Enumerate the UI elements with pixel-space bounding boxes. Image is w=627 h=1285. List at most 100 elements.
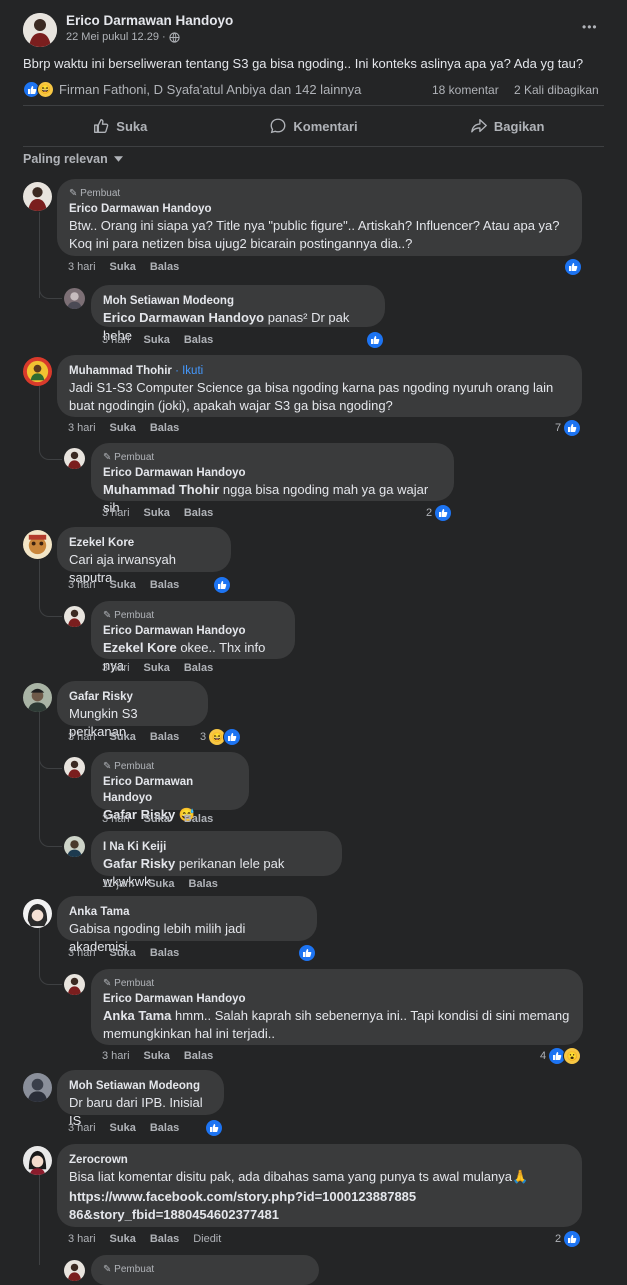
commenter-avatar[interactable] <box>64 1260 85 1281</box>
comment-reactions[interactable] <box>205 1119 223 1137</box>
comment-author[interactable]: I Na Ki Keiji <box>103 839 330 855</box>
mention-link[interactable]: Anka Tama <box>103 1008 171 1023</box>
comment-reactions[interactable]: 2 <box>426 504 453 522</box>
comment-time[interactable]: 3 hari <box>102 1050 130 1062</box>
comment-reactions[interactable] <box>564 258 582 276</box>
comment-time[interactable]: 3 hari <box>102 507 130 519</box>
mention-link[interactable]: Gafar Risky <box>103 856 175 871</box>
comment-like-link[interactable]: Suka <box>110 261 136 273</box>
comment-time[interactable]: 3 hari <box>68 947 96 959</box>
share-button-label: Bagikan <box>493 118 545 134</box>
commenter-avatar[interactable] <box>23 357 52 386</box>
comment-reply-link[interactable]: Balas <box>150 1233 179 1245</box>
comment-author[interactable]: Erico Darmawan Handoyo <box>103 774 237 806</box>
commenter-avatar[interactable] <box>64 606 85 627</box>
comment-reactions[interactable]: 2 <box>555 1230 582 1248</box>
comment-author[interactable]: Erico Darmawan Handoyo <box>103 465 442 481</box>
comment-author[interactable]: Muhammad Thohir <box>69 365 172 377</box>
comment-like-link[interactable]: Suka <box>110 422 136 434</box>
comment-reactions[interactable] <box>366 331 384 349</box>
comment-reply-link[interactable]: Balas <box>150 1122 179 1134</box>
comment-time[interactable]: 3 hari <box>68 579 96 591</box>
comment-time[interactable]: 3 hari <box>68 1122 96 1134</box>
comment-reply-link[interactable]: Balas <box>150 947 179 959</box>
comment-count[interactable]: 18 komentar <box>432 83 499 97</box>
comment-like-link[interactable]: Suka <box>144 813 170 825</box>
comment-reply-link[interactable]: Balas <box>150 579 179 591</box>
commenter-avatar[interactable] <box>23 530 52 559</box>
comment-like-link[interactable]: Suka <box>110 579 136 591</box>
comment-author[interactable]: Moh Setiawan Modeong <box>103 293 373 309</box>
author-badge: ✎ Pembuat <box>103 610 155 621</box>
comment-time[interactable]: 3 hari <box>102 334 130 346</box>
comment-like-link[interactable]: Suka <box>144 1050 170 1062</box>
comment-reply-link[interactable]: Balas <box>184 1050 213 1062</box>
comment-reactions[interactable]: 3 😆 <box>200 728 242 746</box>
comment-like-link[interactable]: Suka <box>148 878 174 890</box>
comment-link[interactable]: https://www.facebook.com/story.php?id=10… <box>69 1188 419 1224</box>
comment-reactions[interactable] <box>213 576 231 594</box>
comment-reactions[interactable]: 4 😮 <box>540 1047 582 1065</box>
commenter-avatar[interactable] <box>64 974 85 995</box>
comment-author[interactable]: Anka Tama <box>69 904 305 920</box>
comment-time[interactable]: 3 hari <box>68 1233 96 1245</box>
commenter-avatar[interactable] <box>23 1146 52 1175</box>
comment-author[interactable]: Ezekel Kore <box>69 535 219 551</box>
commenter-avatar[interactable] <box>23 182 52 211</box>
comment-bubble: Moh Setiawan Modeong Erico Darmawan Hand… <box>91 285 385 343</box>
post-author-avatar[interactable] <box>23 13 57 47</box>
comment-author[interactable]: Moh Setiawan Modeong <box>69 1078 212 1094</box>
commenter-avatar[interactable] <box>23 1073 52 1102</box>
commenter-avatar[interactable] <box>64 836 85 857</box>
like-reaction-icon <box>434 504 453 522</box>
comment-reply-link[interactable]: Balas <box>189 878 218 890</box>
comment-like-link[interactable]: Suka <box>110 731 136 743</box>
comment-time[interactable]: 3 hari <box>68 731 96 743</box>
comment-reactions[interactable] <box>298 944 316 962</box>
commenter-avatar[interactable] <box>23 683 52 712</box>
comment-like-link[interactable]: Suka <box>110 947 136 959</box>
comment-text: Jadi S1-S3 Computer Science ga bisa ngod… <box>69 380 554 413</box>
comment-author[interactable]: Zerocrown <box>69 1152 570 1168</box>
comment-reply-link[interactable]: Balas <box>184 662 213 674</box>
comment-reply-link[interactable]: Balas <box>150 731 179 743</box>
comment-like-link[interactable]: Suka <box>144 507 170 519</box>
comment-like-link[interactable]: Suka <box>144 334 170 346</box>
comment-like-link[interactable]: Suka <box>110 1233 136 1245</box>
comment-time[interactable]: 3 hari <box>68 261 96 273</box>
comment-reactions[interactable]: 7 <box>555 419 582 437</box>
comment-reply-link[interactable]: Balas <box>184 813 213 825</box>
like-button[interactable]: Suka <box>23 110 217 142</box>
share-button[interactable]: Bagikan <box>410 110 604 142</box>
mention-link[interactable]: Erico Darmawan Handoyo <box>103 310 264 325</box>
comment-like-link[interactable]: Suka <box>110 1122 136 1134</box>
comment-reply-link[interactable]: Balas <box>184 334 213 346</box>
commenter-avatar[interactable] <box>64 448 85 469</box>
commenter-avatar[interactable] <box>23 899 52 928</box>
comment-button[interactable]: Komentari <box>217 110 411 142</box>
post-author-name[interactable]: Erico Darmawan Handoyo <box>66 13 233 28</box>
comment-author[interactable]: Erico Darmawan Handoyo <box>69 201 570 217</box>
comment-time[interactable]: 3 hari <box>68 422 96 434</box>
follow-link[interactable]: · Ikuti <box>175 365 203 377</box>
mention-link[interactable]: Muhammad Thohir <box>103 482 219 497</box>
comment-sort-dropdown[interactable]: Paling relevan <box>23 152 123 166</box>
commenter-avatar[interactable] <box>64 757 85 778</box>
comment-author[interactable]: Gafar Risky <box>69 689 196 705</box>
mention-link[interactable]: Ezekel Kore <box>103 640 177 655</box>
comment-reply-link[interactable]: Balas <box>184 507 213 519</box>
reaction-summary[interactable]: 😆 Firman Fathoni, D Syafa'atul Anbiya da… <box>23 81 361 98</box>
comment-reply-link[interactable]: Balas <box>150 422 179 434</box>
share-count[interactable]: 2 Kali dibagikan <box>514 83 599 97</box>
post-time-text: 22 Mei pukul 12.29 · <box>66 31 166 43</box>
post-timestamp[interactable]: 22 Mei pukul 12.29 · <box>66 31 180 43</box>
commenter-avatar[interactable] <box>64 288 85 309</box>
comment-author[interactable]: Erico Darmawan Handoyo <box>103 991 571 1007</box>
comment-time[interactable]: 3 hari <box>102 813 130 825</box>
comment-author[interactable]: Erico Darmawan Handoyo <box>103 623 283 639</box>
comment-reply-link[interactable]: Balas <box>150 261 179 273</box>
comment-time[interactable]: 11 jam <box>102 878 134 890</box>
comment-time[interactable]: 3 hari <box>102 662 130 674</box>
comment-like-link[interactable]: Suka <box>144 662 170 674</box>
post-more-options-button[interactable]: ••• <box>582 20 598 34</box>
